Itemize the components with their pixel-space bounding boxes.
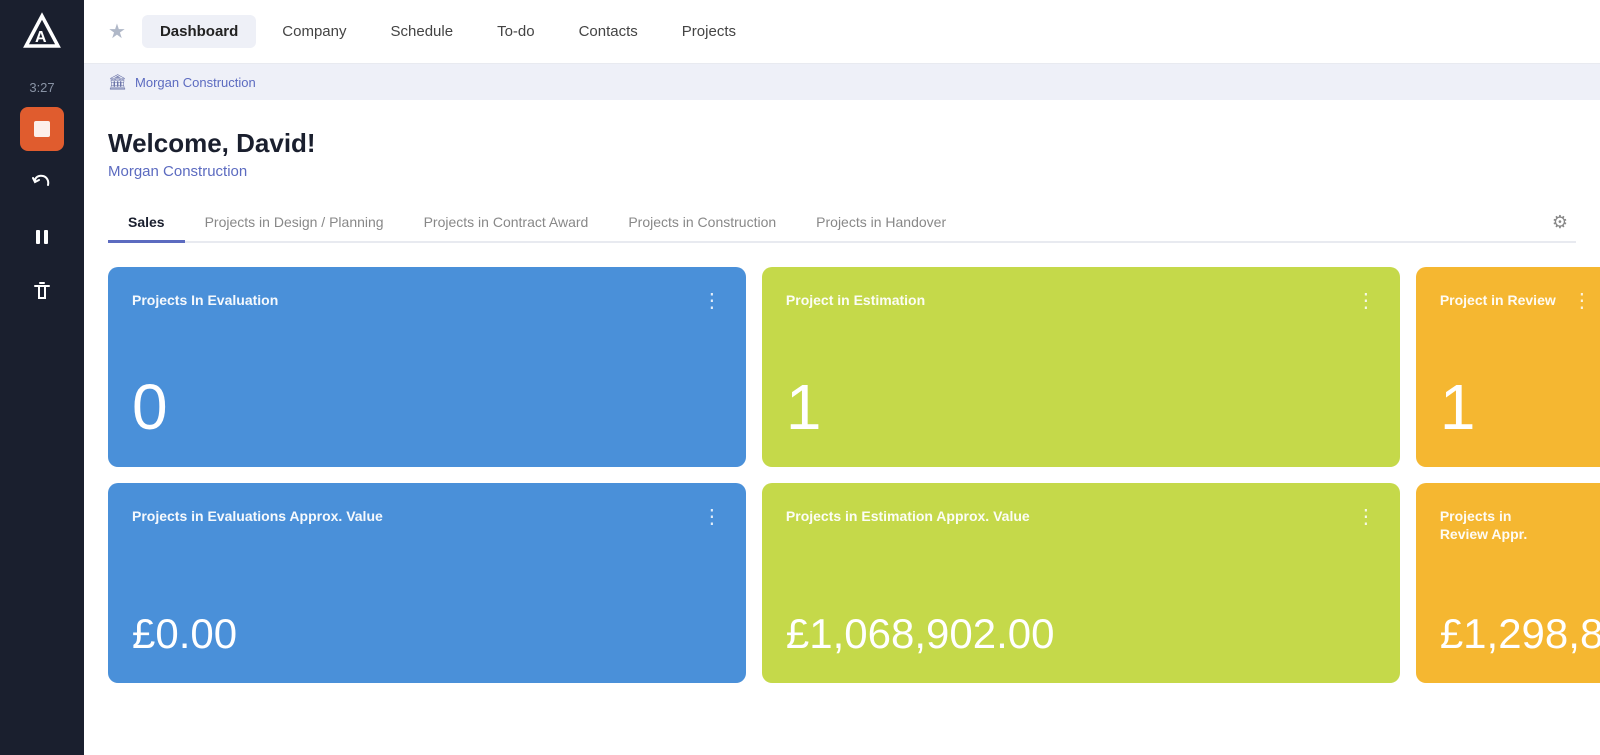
card-evaluation-menu[interactable]: ⋮ [702,291,722,311]
card-review-menu[interactable]: ⋮ [1572,291,1592,311]
sidebar-logo: A [0,0,84,64]
nav-schedule[interactable]: Schedule [373,15,472,48]
card-evaluation-amount: £0.00 [132,613,722,655]
card-evaluation-value: 0 [132,375,722,439]
pause-button[interactable] [20,215,64,259]
nav-projects[interactable]: Projects [664,15,754,48]
building-icon: 🏛 [108,73,127,91]
nav-company[interactable]: Company [264,15,364,48]
card-estimation-value-menu[interactable]: ⋮ [1356,507,1376,527]
tab-construction[interactable]: Projects in Construction [608,204,796,243]
breadcrumb-company[interactable]: Morgan Construction [135,75,256,90]
card-evaluation-value-menu[interactable]: ⋮ [702,507,722,527]
card-evaluation-value: Projects in Evaluations Approx. Value ⋮ … [108,483,746,683]
card-estimation: Project in Estimation ⋮ 1 [762,267,1400,467]
tab-sales[interactable]: Sales [108,204,185,243]
record-button[interactable] [20,107,64,151]
undo-button[interactable] [20,161,64,205]
tab-handover[interactable]: Projects in Handover [796,204,966,243]
settings-gear-icon[interactable]: ⚙ [1544,204,1576,241]
sidebar: A 3:27 [0,0,84,755]
welcome-title: Welcome, David! [108,128,1576,159]
card-review-value: 1 [1440,375,1592,439]
tab-design-planning[interactable]: Projects in Design / Planning [185,204,404,243]
main-content: ★ Dashboard Company Schedule To-do Conta… [84,0,1600,755]
card-review: Project in Review ⋮ 1 [1416,267,1600,467]
card-review-amount: £1,298,82 [1440,613,1592,655]
card-evaluation-title: Projects In Evaluation [132,291,278,309]
nav-todo[interactable]: To-do [479,15,553,48]
card-estimation-value-title: Projects in Estimation Approx. Value [786,507,1030,525]
nav-contacts[interactable]: Contacts [561,15,656,48]
card-review-value: Projects in Review Appr. £1,298,82 [1416,483,1600,683]
nav-dashboard[interactable]: Dashboard [142,15,256,48]
card-review-title: Project in Review [1440,291,1556,309]
svg-text:A: A [35,29,47,46]
sidebar-time: 3:27 [29,80,54,95]
cards-row-2: Projects in Evaluations Approx. Value ⋮ … [108,483,1576,683]
page-content: Welcome, David! Morgan Construction Sale… [84,100,1600,755]
tab-contract-award[interactable]: Projects in Contract Award [404,204,609,243]
dashboard-tabs: Sales Projects in Design / Planning Proj… [108,204,1576,243]
card-estimation-amount: £1,068,902.00 [786,613,1376,655]
breadcrumb: 🏛 Morgan Construction [84,64,1600,100]
cards-row-1: Projects In Evaluation ⋮ 0 Project in Es… [108,267,1576,467]
delete-button[interactable] [20,269,64,313]
card-estimation-menu[interactable]: ⋮ [1356,291,1376,311]
app-logo[interactable]: A [22,12,62,52]
card-estimation-title: Project in Estimation [786,291,925,309]
company-subtitle: Morgan Construction [108,163,1576,180]
favorite-star-icon[interactable]: ★ [108,19,126,44]
top-navigation: ★ Dashboard Company Schedule To-do Conta… [84,0,1600,64]
card-evaluation-value-title: Projects in Evaluations Approx. Value [132,507,383,525]
card-evaluation: Projects In Evaluation ⋮ 0 [108,267,746,467]
card-estimation-value: 1 [786,375,1376,439]
card-review-value-title: Projects in Review Appr. [1440,507,1562,543]
card-estimation-value: Projects in Estimation Approx. Value ⋮ £… [762,483,1400,683]
